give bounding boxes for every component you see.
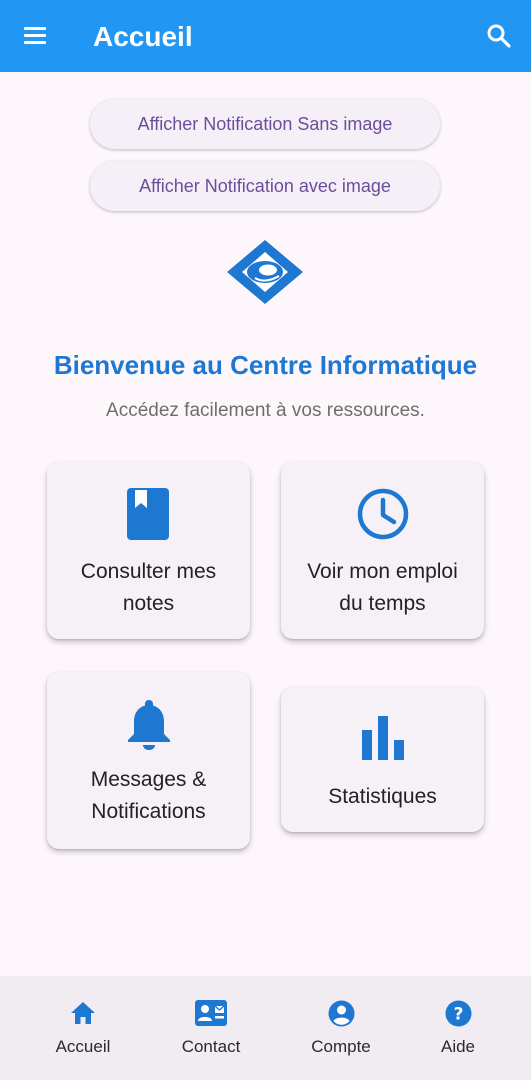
nav-item-accueil[interactable]: Accueil xyxy=(33,976,133,1080)
card-timetable-label-1: Voir mon emploi xyxy=(307,560,458,583)
book-icon xyxy=(127,488,169,545)
show-notification-with-image-button[interactable]: Afficher Notification avec image xyxy=(90,161,440,211)
card-timetable-label-2: du temps xyxy=(339,592,426,615)
card-messages-label-1: Messages & xyxy=(90,768,207,791)
nav-item-aide-label: Aide xyxy=(440,1037,476,1056)
nav-item-contact-label: Contact xyxy=(181,1037,241,1056)
card-timetable[interactable]: Voir mon emploi du temps xyxy=(281,462,484,639)
nav-item-compte-label: Compte xyxy=(311,1037,371,1056)
bar-chart-icon xyxy=(361,716,405,765)
card-grades[interactable]: Consulter mes notes xyxy=(47,462,250,639)
home-icon xyxy=(70,1000,96,1031)
menu-icon[interactable] xyxy=(22,24,50,48)
page-title: Accueil xyxy=(93,21,193,52)
svg-text:?: ? xyxy=(454,1005,464,1025)
card-messages[interactable]: Messages & Notifications xyxy=(47,672,250,849)
contact-card-icon xyxy=(195,1000,227,1031)
nav-item-compte[interactable]: Compte xyxy=(291,976,391,1080)
search-icon[interactable] xyxy=(485,22,513,50)
account-circle-icon xyxy=(328,1000,355,1032)
welcome-subtitle: Accédez facilement à vos ressources. xyxy=(106,400,425,421)
card-statistics[interactable]: Statistiques xyxy=(281,687,484,832)
card-messages-label-2: Notifications xyxy=(91,800,206,823)
bell-icon xyxy=(126,698,172,755)
bottom-navigation: Accueil Contact Compte ? Aide xyxy=(0,976,531,1080)
card-grades-label-2: notes xyxy=(122,592,175,615)
nav-item-aide[interactable]: ? Aide xyxy=(408,976,508,1080)
welcome-title: Bienvenue au Centre Informatique xyxy=(53,350,478,380)
card-grades-label-1: Consulter mes xyxy=(80,560,217,583)
card-statistics-label: Statistiques xyxy=(328,785,437,808)
show-notification-no-image-button[interactable]: Afficher Notification Sans image xyxy=(90,99,440,149)
help-icon: ? xyxy=(445,1000,472,1032)
clock-icon xyxy=(356,487,410,546)
nav-item-contact[interactable]: Contact xyxy=(161,976,261,1080)
nav-item-accueil-label: Accueil xyxy=(55,1037,111,1056)
centre-logo-icon xyxy=(225,238,305,306)
app-bar: Accueil xyxy=(0,0,531,72)
